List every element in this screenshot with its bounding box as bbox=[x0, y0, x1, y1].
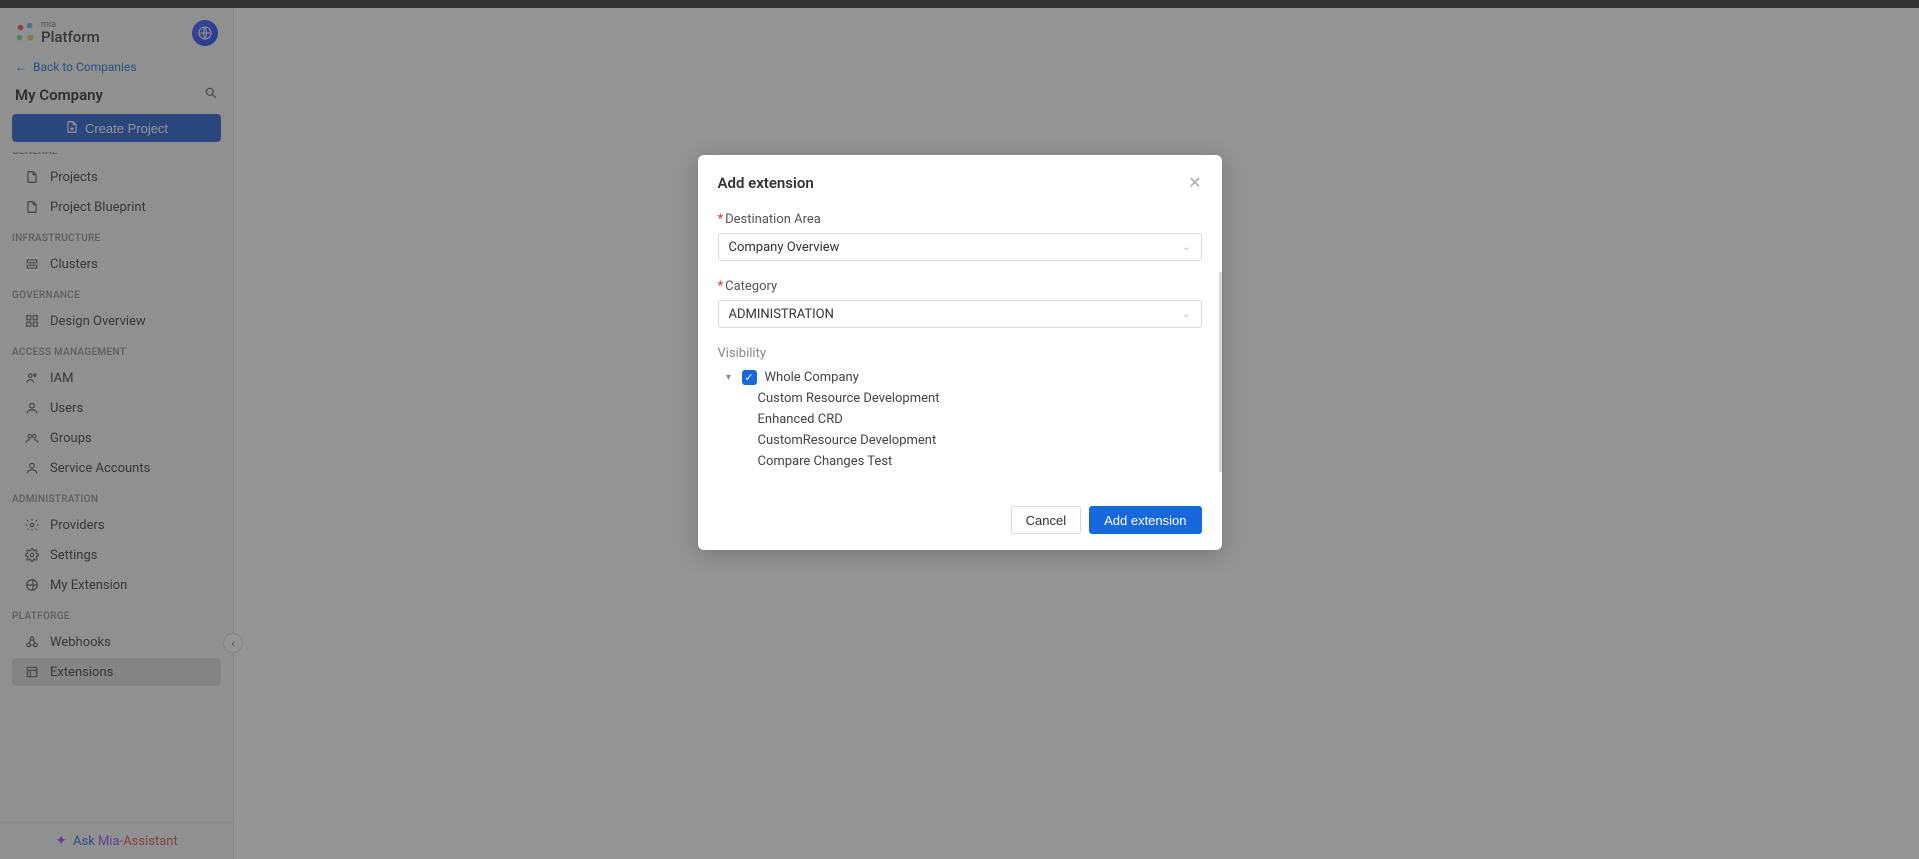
add-extension-button[interactable]: Add extension bbox=[1089, 506, 1201, 534]
required-asterisk: * bbox=[718, 212, 724, 227]
tree-root-row[interactable]: ▾ ✓ Whole Company bbox=[718, 367, 1202, 388]
modal-footer: Cancel Add extension bbox=[698, 490, 1222, 550]
cancel-button[interactable]: Cancel bbox=[1011, 506, 1081, 534]
visibility-label: Visibility bbox=[718, 346, 1202, 361]
chevron-down-icon: ⌄ bbox=[1182, 309, 1190, 320]
required-asterisk: * bbox=[718, 279, 724, 294]
tree-item[interactable]: Compare Changes Test bbox=[758, 451, 1202, 472]
field-destination-area: *Destination Area Company Overview ⌄ bbox=[718, 212, 1202, 261]
chevron-down-icon: ⌄ bbox=[1182, 242, 1190, 253]
add-extension-modal: Add extension ✕ *Destination Area Compan… bbox=[698, 155, 1222, 550]
category-select[interactable]: ADMINISTRATION ⌄ bbox=[718, 300, 1202, 328]
close-icon[interactable]: ✕ bbox=[1188, 173, 1201, 192]
category-value: ADMINISTRATION bbox=[729, 307, 834, 322]
tree-children: Custom Resource Development Enhanced CRD… bbox=[718, 388, 1202, 472]
modal-header: Add extension ✕ bbox=[698, 155, 1222, 202]
field-visibility: Visibility ▾ ✓ Whole Company Custom Reso… bbox=[718, 346, 1202, 472]
confirm-label: Add extension bbox=[1104, 513, 1186, 528]
destination-label: *Destination Area bbox=[718, 212, 1202, 227]
checkbox-checked[interactable]: ✓ bbox=[742, 370, 757, 385]
modal-body: *Destination Area Company Overview ⌄ *Ca… bbox=[698, 202, 1222, 472]
tree-item[interactable]: Custom Resource Development bbox=[758, 388, 1202, 409]
modal-scrollbar[interactable] bbox=[1219, 272, 1222, 472]
cancel-label: Cancel bbox=[1026, 513, 1066, 528]
destination-value: Company Overview bbox=[729, 240, 840, 255]
tree-item[interactable]: CustomResource Development bbox=[758, 430, 1202, 451]
tree-item[interactable]: Enhanced CRD bbox=[758, 409, 1202, 430]
destination-select[interactable]: Company Overview ⌄ bbox=[718, 233, 1202, 261]
visibility-tree: ▾ ✓ Whole Company Custom Resource Develo… bbox=[718, 367, 1202, 472]
caret-down-icon[interactable]: ▾ bbox=[724, 372, 734, 383]
modal-title: Add extension bbox=[718, 174, 814, 192]
category-label: *Category bbox=[718, 279, 1202, 294]
tree-root-label: Whole Company bbox=[765, 370, 859, 385]
field-category: *Category ADMINISTRATION ⌄ bbox=[718, 279, 1202, 328]
